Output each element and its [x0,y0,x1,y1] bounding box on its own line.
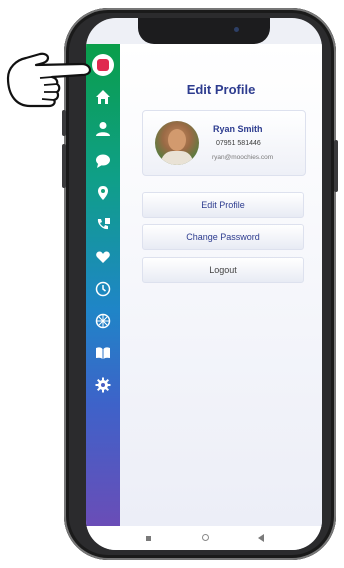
edit-profile-button[interactable]: Edit Profile [142,192,304,218]
gear-icon[interactable] [92,374,114,396]
page-title: Edit Profile [186,82,256,97]
phone-book-icon[interactable] [92,214,114,236]
change-password-button[interactable]: Change Password [142,224,304,250]
profile-name: Ryan Smith [213,124,263,134]
avatar [155,121,199,165]
profile-card: Ryan Smith 07951 581446 ryan@moochies.co… [142,110,306,176]
profile-email: ryan@moochies.com [212,154,274,161]
heart-icon[interactable] [92,246,114,268]
volume-down-button [62,144,66,188]
compass-icon[interactable] [92,310,114,332]
app-logo[interactable] [92,54,114,76]
home-button[interactable] [202,534,209,541]
phone-screen: Edit Profile Ryan Smith 07951 581446 rya… [86,18,322,550]
sidebar [86,44,120,526]
avatar-shirt [161,151,193,165]
logo-mark [97,59,109,71]
system-nav-bar [86,526,322,550]
home-icon[interactable] [92,86,114,108]
power-button [334,140,338,192]
recent-apps-button[interactable] [146,536,151,541]
clock-icon[interactable] [92,278,114,300]
volume-up-button [62,110,66,136]
avatar-face [168,129,186,151]
notch [138,18,270,44]
front-camera [234,27,239,32]
book-icon[interactable] [92,342,114,364]
profile-phone: 07951 581446 [216,140,261,147]
location-icon[interactable] [92,182,114,204]
chat-icon[interactable] [92,150,114,172]
main-content: Edit Profile Ryan Smith 07951 581446 rya… [120,44,322,526]
logout-button[interactable]: Logout [142,257,304,283]
user-icon[interactable] [92,118,114,140]
pointing-hand-icon [6,52,92,108]
back-button[interactable] [258,534,264,542]
